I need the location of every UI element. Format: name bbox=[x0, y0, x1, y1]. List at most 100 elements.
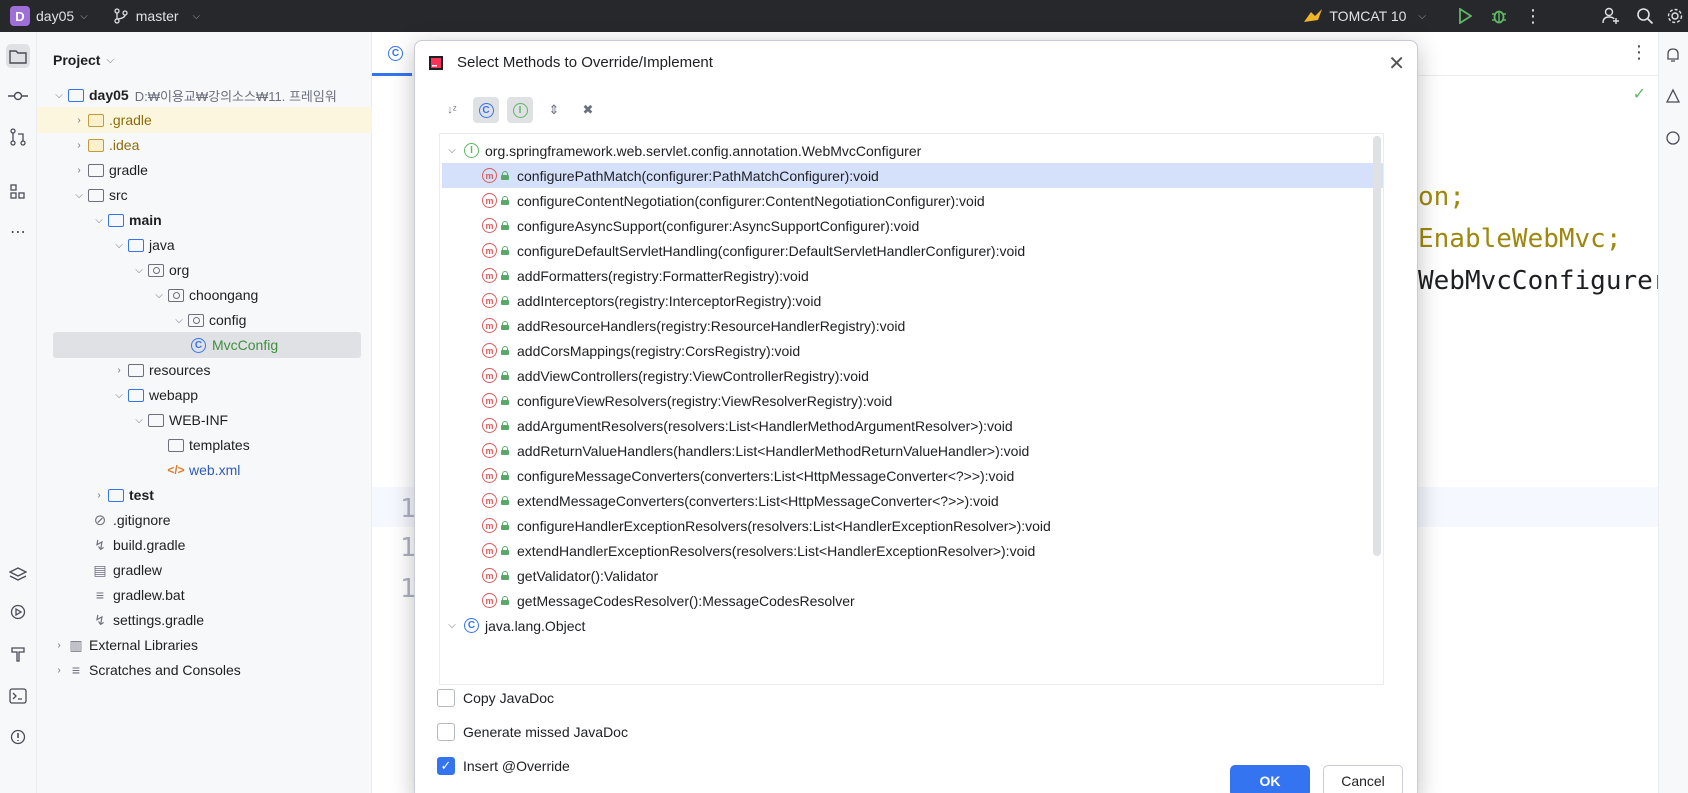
tree-item-src[interactable]: ⌵ src bbox=[37, 182, 372, 208]
chevron-right-icon[interactable]: › bbox=[91, 490, 107, 501]
tree-item-mvcconfig[interactable]: C MvcConfig bbox=[53, 332, 361, 358]
methods-scrollbar[interactable] bbox=[1373, 136, 1381, 556]
project-panel-header[interactable]: Project ⌵ bbox=[37, 32, 371, 88]
generate-javadoc-option[interactable]: Generate missed JavaDoc bbox=[437, 723, 628, 741]
chevron-right-icon[interactable]: › bbox=[71, 165, 87, 176]
code-line[interactable]: WebMvcConfigurer bbox=[1418, 266, 1668, 296]
show-interfaces-button[interactable]: I bbox=[507, 97, 533, 123]
sort-alphabetically-button[interactable]: ↓ᶻ bbox=[439, 97, 465, 123]
tree-item-external-libraries[interactable]: › ▥ External Libraries bbox=[37, 632, 372, 658]
chevron-right-icon[interactable]: › bbox=[51, 665, 67, 676]
chevron-down-icon[interactable]: ⌵ bbox=[80, 11, 88, 22]
tree-item-java[interactable]: ⌵ java bbox=[37, 232, 372, 258]
method-item[interactable]: m addInterceptors(registry:InterceptorReg… bbox=[440, 288, 1370, 313]
chevron-down-icon[interactable]: ⌵ bbox=[71, 190, 87, 201]
tree-item-idea[interactable]: › .idea bbox=[37, 132, 372, 158]
cancel-button[interactable]: Cancel bbox=[1323, 765, 1403, 793]
chevron-down-icon[interactable]: ⌵ bbox=[91, 215, 107, 226]
tree-item-test[interactable]: › test bbox=[37, 482, 372, 508]
method-item[interactable]: m configureViewResolvers(registry:ViewRes… bbox=[440, 388, 1370, 413]
chevron-right-icon[interactable]: › bbox=[111, 365, 127, 376]
tree-item-main[interactable]: ⌵ main bbox=[37, 207, 372, 233]
more-actions-button[interactable]: ⋮ bbox=[1516, 7, 1550, 25]
method-item[interactable]: m getMessageCodesResolver():MessageCodesR… bbox=[440, 588, 1370, 613]
ai-assistant-icon[interactable] bbox=[1665, 88, 1681, 104]
method-item[interactable]: m configureHandlerExceptionResolvers(reso… bbox=[440, 513, 1370, 538]
method-item[interactable]: m addCorsMappings(registry:CorsRegistry):… bbox=[440, 338, 1370, 363]
project-name[interactable]: day05 bbox=[36, 8, 74, 24]
tree-item-settings-gradle[interactable]: ↯ settings.gradle bbox=[37, 607, 372, 633]
group-webmvcconfigurer[interactable]: ⌵ I org.springframework.web.servlet.conf… bbox=[440, 138, 1370, 163]
services-tool-button[interactable] bbox=[6, 600, 30, 624]
method-item[interactable]: m configureContentNegotiation(configurer:… bbox=[440, 188, 1370, 213]
method-item[interactable]: m configureDefaultServletHandling(configu… bbox=[440, 238, 1370, 263]
tree-item-choongang[interactable]: ⌵ choongang bbox=[37, 282, 372, 308]
chevron-right-icon[interactable]: › bbox=[71, 115, 87, 126]
copy-javadoc-option[interactable]: Copy JavaDoc bbox=[437, 689, 554, 707]
chevron-down-icon[interactable]: ⌵ bbox=[444, 620, 460, 631]
tree-item-gitignore[interactable]: ⊘ .gitignore bbox=[37, 507, 372, 533]
method-item[interactable]: m getValidator():Validator bbox=[440, 563, 1370, 588]
pull-requests-tool-button[interactable] bbox=[6, 125, 30, 149]
insert-override-option[interactable]: ✓ Insert @Override bbox=[437, 757, 570, 775]
method-item[interactable]: m extendHandlerExceptionResolvers(resolve… bbox=[440, 538, 1370, 563]
method-item[interactable]: m addResourceHandlers(registry:ResourceHa… bbox=[440, 313, 1370, 338]
layers-tool-button[interactable] bbox=[6, 563, 30, 587]
chevron-down-icon[interactable]: ⌵ bbox=[131, 265, 147, 276]
settings-button[interactable] bbox=[1662, 8, 1688, 24]
tree-item-resources[interactable]: › resources bbox=[37, 357, 372, 383]
tree-item-scratches[interactable]: › ≡ Scratches and Consoles bbox=[37, 657, 372, 683]
tree-item-gradle[interactable]: › gradle bbox=[37, 157, 372, 183]
group-java-lang-object[interactable]: ⌵ C java.lang.Object bbox=[440, 613, 1370, 638]
tree-item-day05[interactable]: ⌵ day05 D:₩이용교₩강의소스₩11. 프레임워 bbox=[37, 82, 372, 108]
add-user-button[interactable] bbox=[1594, 7, 1628, 25]
tree-item-templates[interactable]: templates bbox=[37, 432, 372, 458]
code-line[interactable]: on; bbox=[1418, 182, 1465, 212]
chevron-down-icon[interactable]: ⌵ bbox=[444, 145, 460, 156]
tree-item-web-inf[interactable]: ⌵ WEB-INF bbox=[37, 407, 372, 433]
chevron-down-icon[interactable]: ⌵ bbox=[111, 240, 127, 251]
method-item[interactable]: m configureAsyncSupport(configurer:AsyncS… bbox=[440, 213, 1370, 238]
tree-item-config[interactable]: ⌵ config bbox=[37, 307, 372, 333]
collapse-all-button[interactable]: ✖ bbox=[575, 97, 601, 123]
build-tool-button[interactable] bbox=[6, 642, 30, 666]
tree-item-webapp[interactable]: ⌵ webapp bbox=[37, 382, 372, 408]
tree-item-gradlew-bat[interactable]: ≡ gradlew.bat bbox=[37, 582, 372, 608]
commit-tool-button[interactable] bbox=[6, 84, 30, 108]
run-button[interactable] bbox=[1448, 8, 1482, 24]
problems-tool-button[interactable] bbox=[6, 725, 30, 749]
generate-javadoc-checkbox[interactable] bbox=[437, 723, 455, 741]
method-item[interactable]: m addArgumentResolvers(resolvers:List<Han… bbox=[440, 413, 1370, 438]
tree-item-dot-gradle[interactable]: › .gradle bbox=[37, 107, 372, 133]
expand-all-button[interactable]: ⇕ bbox=[541, 97, 567, 123]
method-item[interactable]: m addViewControllers(registry:ViewControl… bbox=[440, 363, 1370, 388]
chevron-down-icon[interactable]: ⌵ bbox=[131, 415, 147, 426]
method-item[interactable]: m addReturnValueHandlers(handlers:List<Ha… bbox=[440, 438, 1370, 463]
chevron-right-icon[interactable]: › bbox=[51, 640, 67, 651]
insert-override-checkbox[interactable]: ✓ bbox=[437, 757, 455, 775]
chevron-down-icon[interactable]: ⌵ bbox=[151, 290, 167, 301]
method-item[interactable]: m extendMessageConverters(converters:List… bbox=[440, 488, 1370, 513]
branch-selector[interactable]: master ⌵ bbox=[114, 8, 200, 24]
tree-item-gradlew[interactable]: ▤ gradlew bbox=[37, 557, 372, 583]
project-badge[interactable]: D bbox=[10, 6, 30, 26]
search-button[interactable] bbox=[1628, 7, 1662, 25]
method-item[interactable]: m addFormatters(registry:FormatterRegistr… bbox=[440, 263, 1370, 288]
debug-button[interactable] bbox=[1482, 8, 1516, 24]
editor-tab-active[interactable]: C bbox=[372, 32, 412, 76]
method-item[interactable]: m configureMessageConverters(converters:L… bbox=[440, 463, 1370, 488]
copy-javadoc-checkbox[interactable] bbox=[437, 689, 455, 707]
run-configuration-selector[interactable]: TOMCAT 10 ⌵ bbox=[1303, 8, 1426, 24]
ok-button[interactable]: OK bbox=[1230, 765, 1310, 793]
more-vertical-icon[interactable]: ⋮ bbox=[1630, 42, 1648, 63]
more-tools-button[interactable]: ⋯ bbox=[6, 220, 30, 244]
copilot-icon[interactable] bbox=[1665, 130, 1681, 146]
chevron-down-icon[interactable]: ⌵ bbox=[171, 315, 187, 326]
terminal-tool-button[interactable] bbox=[6, 684, 30, 708]
close-icon[interactable]: ✕ bbox=[1388, 51, 1405, 76]
method-item[interactable]: m configurePathMatch(configurer:PathMatch… bbox=[442, 163, 1383, 188]
tree-item-build-gradle[interactable]: ↯ build.gradle bbox=[37, 532, 372, 558]
tree-item-org[interactable]: ⌵ org bbox=[37, 257, 372, 283]
project-tool-button[interactable] bbox=[6, 44, 30, 68]
structure-tool-button[interactable] bbox=[6, 180, 30, 204]
